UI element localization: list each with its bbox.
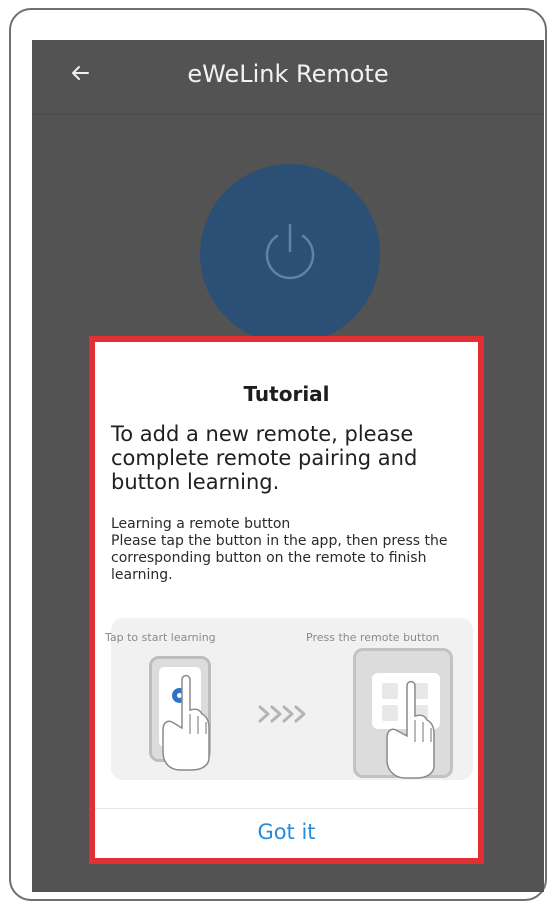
- section-body: Please tap the button in the app, then p…: [111, 533, 448, 583]
- app-screen: eWeLink Remote Tutorial To add a new rem…: [32, 40, 544, 892]
- dialog-main-text: To add a new remote, please complete rem…: [111, 422, 418, 494]
- left-hand-icon: [162, 674, 210, 771]
- left-step-label: Tap to start learning: [105, 631, 216, 644]
- page-title: eWeLink Remote: [187, 60, 389, 88]
- tutorial-illustration: Tap to start learning Press the remote b…: [105, 618, 473, 780]
- section-title: Learning a remote button: [111, 516, 291, 532]
- tutorial-dialog: Tutorial To add a new remote, please com…: [89, 336, 484, 864]
- right-hand-icon: [386, 680, 435, 779]
- got-it-button[interactable]: Got it: [95, 820, 478, 844]
- power-button[interactable]: [200, 164, 380, 344]
- dialog-title: Tutorial: [243, 382, 330, 406]
- right-step-label: Press the remote button: [306, 631, 440, 644]
- dialog-divider: [95, 808, 478, 809]
- arrows-icon: [258, 705, 306, 723]
- app-header: eWeLink Remote: [32, 40, 544, 115]
- power-icon: [265, 223, 315, 280]
